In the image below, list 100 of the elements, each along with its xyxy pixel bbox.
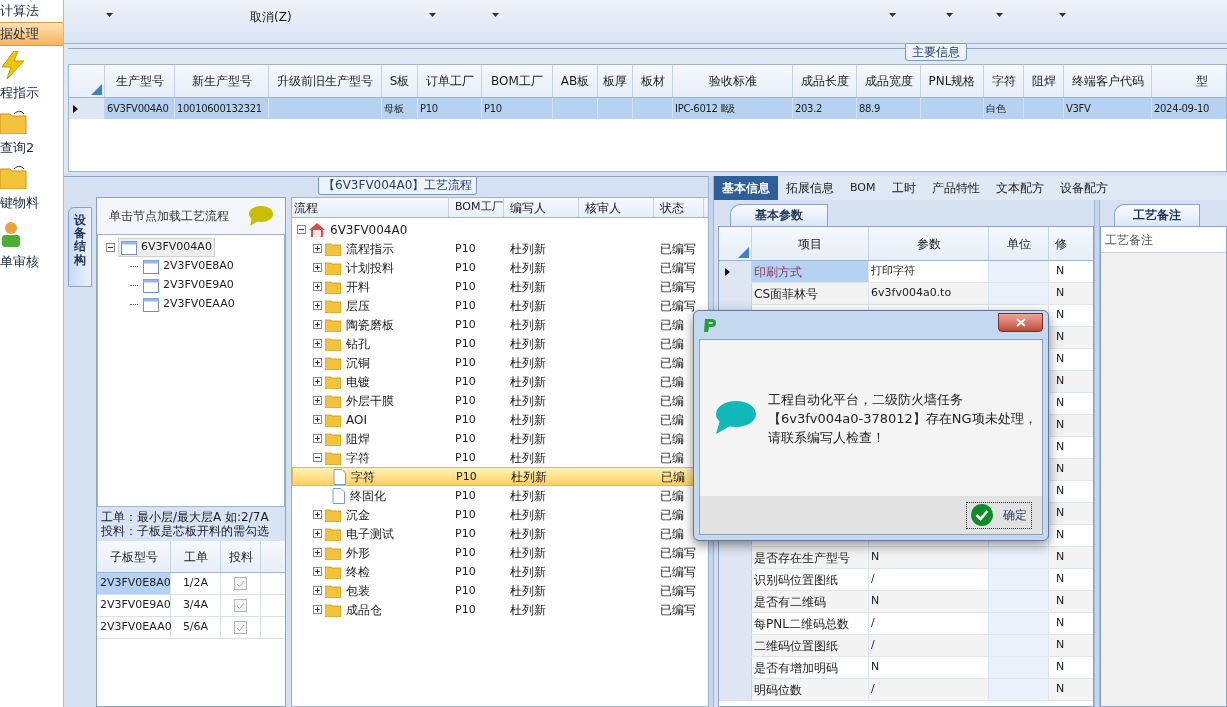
column-header[interactable]: AB板 [553, 65, 598, 97]
column-header[interactable]: 状态 [654, 198, 704, 217]
table-row[interactable]: 6V3FV004A0 10010600132321 母板 P10 P10 IPC-6012 Ⅱ级 203.2 88.9 白色 V3FV 2024-09-10 [69, 98, 1226, 119]
table-cell: 杜列新 [510, 279, 546, 294]
tree-row[interactable]: AOI P10 杜列新 已编 [292, 410, 708, 429]
tab[interactable]: 工艺备注 [1114, 204, 1200, 226]
column-header[interactable]: S板 [382, 65, 418, 97]
column-header[interactable]: 成品长度 [793, 65, 857, 97]
column-header[interactable]: 子板型号 [97, 541, 171, 572]
table-cell: N [1056, 417, 1065, 434]
tree-row[interactable]: 成品仓 P10 杜列新 已编写 [292, 600, 708, 619]
column-header[interactable]: 终端客户代码 [1064, 65, 1152, 97]
sidebar-item[interactable]: 单审核 [0, 215, 63, 274]
tree-node[interactable]: 2V3FV0EAA0 [141, 295, 237, 314]
tree-label: 陶瓷磨板 [345, 316, 394, 334]
table-cell: P10 [455, 356, 476, 370]
tree-row[interactable]: 钻孔 P10 杜列新 已编 [292, 334, 708, 353]
tree-row[interactable]: 沉铜 P10 杜列新 已编 [292, 353, 708, 372]
table-cell: 已编 [660, 355, 684, 370]
sidebar-item[interactable]: 键物料 [0, 160, 63, 215]
column-header[interactable]: 核审人 [579, 198, 654, 217]
table-cell: 是否有增加明码 [752, 657, 869, 678]
sidebar-item[interactable]: 查询2 [0, 105, 63, 160]
tree-row[interactable]: 电镀 P10 杜列新 已编 [292, 372, 708, 391]
tree-row[interactable]: 终检 P10 杜列新 已编写 [292, 562, 708, 581]
tree-row[interactable]: 层压 P10 杜列新 已编写 [292, 296, 708, 315]
column-header[interactable]: 成品宽度 [857, 65, 921, 97]
tree-node[interactable]: 6V3FV004A0 [118, 238, 215, 257]
tree-label: AOI [345, 411, 367, 429]
sidebar-item[interactable]: 程指示 [0, 46, 63, 105]
tab[interactable]: 设备配方 [1051, 176, 1116, 200]
column-header[interactable]: PNL规格 [921, 65, 984, 97]
tree-label: 字符 [350, 468, 375, 486]
column-header[interactable]: 新生产型号 [175, 65, 269, 97]
tab[interactable]: 产品特性 [923, 176, 988, 200]
tree-label: 成品仓 [345, 601, 382, 619]
tree-row[interactable]: 阻焊 P10 杜列新 已编 [292, 429, 708, 448]
tree-label: 计划投料 [345, 259, 394, 277]
tree-row[interactable]: 外层干膜 P10 杜列新 已编 [292, 391, 708, 410]
tree-node[interactable]: 2V3FV0E8A0 [141, 257, 236, 276]
column-header[interactable]: 投料 [221, 541, 261, 572]
sidebar-item[interactable]: 据处理 [0, 22, 63, 46]
table-cell-text: 88.9 [859, 102, 881, 116]
column-header[interactable]: 板厚 [598, 65, 633, 97]
table-cell: CS面菲林号 [752, 283, 869, 304]
tree-row[interactable]: 电子测试 P10 杜列新 已编 [292, 524, 708, 543]
column-header[interactable]: 阻焊 [1024, 65, 1064, 97]
column-header[interactable]: 字符 [984, 65, 1024, 97]
cancel-menu-item[interactable]: 取消(Z) [250, 8, 292, 26]
table-cell: 已编 [660, 317, 684, 332]
tree-row[interactable]: 6V3FV004A0 [292, 220, 708, 239]
sidebar-item[interactable]: 计算法 [0, 0, 63, 22]
column-header[interactable]: 参数 [869, 227, 989, 260]
tree-row[interactable]: 开料 P10 杜列新 已编写 [292, 277, 708, 296]
table-cell: 杜列新 [510, 488, 546, 503]
table-cell: 杜列新 [510, 412, 546, 427]
table-cell: 已编写 [660, 602, 696, 617]
column-header[interactable]: BOM工厂 [482, 65, 553, 97]
column-header[interactable]: 编写人 [504, 198, 579, 217]
tree-row[interactable]: 沉金 P10 杜列新 已编 [292, 505, 708, 524]
table-cell: P10 [455, 603, 476, 617]
column-header[interactable]: 生产型号 [105, 65, 175, 97]
column-header[interactable]: 板材 [633, 65, 673, 97]
table-cell: P10 [455, 375, 476, 389]
table-cell: 杜列新 [510, 298, 546, 313]
column-header[interactable]: 流程 [292, 198, 449, 217]
column-header[interactable]: BOM工厂 [449, 198, 504, 217]
table-cell: 杜列新 [510, 583, 546, 598]
column-header[interactable]: 型 [1152, 65, 1226, 97]
table-cell: 6v3fv004a0.to [871, 285, 952, 302]
tree-row[interactable]: 包装 P10 杜列新 已编写 [292, 581, 708, 600]
column-header[interactable]: 验收标准 [673, 65, 793, 97]
table-cell: 已编写 [660, 279, 696, 294]
tab[interactable]: 基本参数 [730, 204, 828, 226]
tab[interactable]: 工时 [883, 176, 924, 200]
tree-row[interactable]: 计划投料 P10 杜列新 已编写 [292, 258, 708, 277]
column-header[interactable]: 单位 [989, 227, 1049, 260]
table-cell: 二维码位置图纸 [752, 635, 869, 656]
column-header[interactable]: 工单 [171, 541, 221, 572]
tab[interactable]: 文本配方 [987, 176, 1052, 200]
tree-row[interactable]: 字符 P10 杜列新 已编 [292, 448, 708, 467]
table-cell: N [1056, 505, 1065, 522]
tree-row[interactable]: 外形 P10 杜列新 已编写 [292, 543, 708, 562]
tree-row[interactable]: 流程指示 P10 杜列新 已编写 [292, 239, 708, 258]
tab[interactable]: BOM [842, 176, 884, 200]
ok-button[interactable]: 确定 [966, 501, 1032, 529]
tree-row[interactable]: 终固化 P10 杜列新 已编 [292, 486, 708, 505]
tree-row[interactable]: 陶瓷磨板 P10 杜列新 已编 [292, 315, 708, 334]
column-header[interactable]: 订单工厂 [418, 65, 482, 97]
tree-node[interactable]: 2V3FV0E9A0 [141, 276, 236, 295]
tree-label: 字符 [345, 449, 370, 467]
column-header[interactable]: 项目 [752, 227, 869, 260]
table-cell: N [871, 593, 880, 610]
tab[interactable]: 基本信息 [714, 176, 778, 200]
column-header[interactable]: 升级前旧生产型号 [269, 65, 382, 97]
table-cell: / [871, 615, 875, 632]
tab[interactable]: 拓展信息 [778, 176, 842, 200]
table-cell-text: 203.2 [795, 102, 823, 116]
vertical-tab[interactable]: 设备结构 [68, 207, 92, 287]
table-cell: 杜列新 [510, 317, 546, 332]
